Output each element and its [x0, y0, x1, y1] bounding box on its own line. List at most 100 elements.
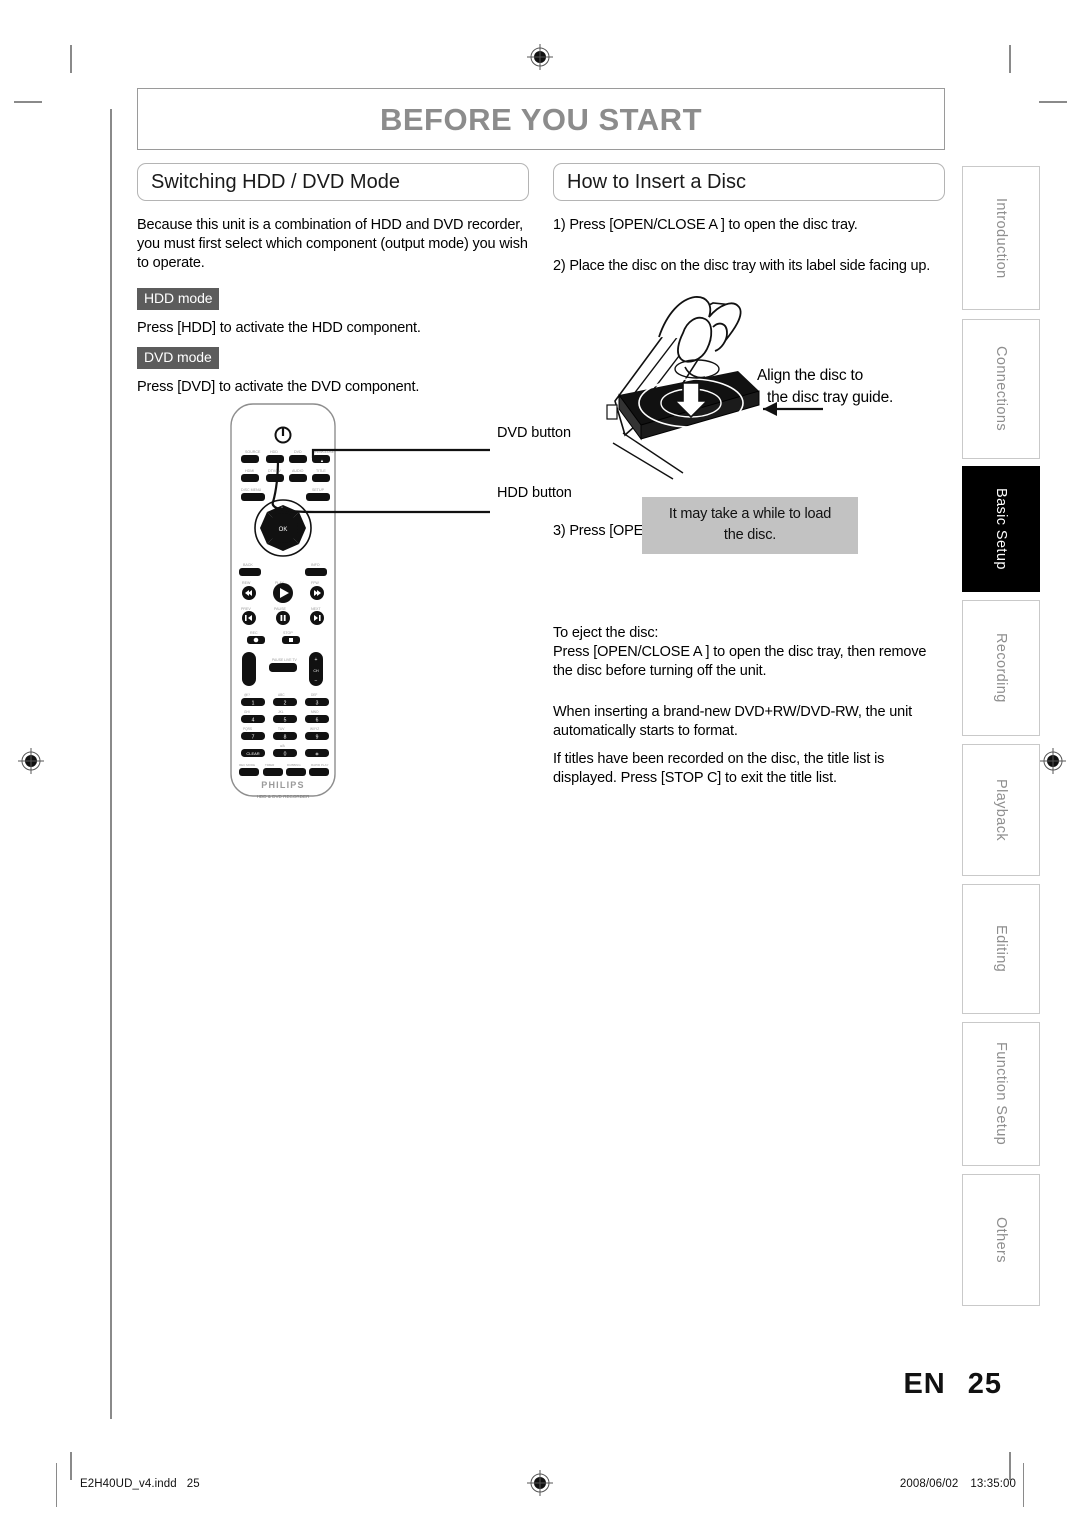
svg-text:PAUSE LIVE TV: PAUSE LIVE TV: [272, 658, 297, 662]
section-heading-switching-mode: Switching HDD / DVD Mode: [137, 163, 529, 201]
crop-mark-right-top-horizontal: [1039, 101, 1067, 103]
svg-text:DEF: DEF: [311, 693, 317, 697]
tab-editing[interactable]: Editing: [962, 884, 1040, 1014]
svg-text:WXYZ: WXYZ: [310, 727, 319, 731]
hdd-mode-tag: HDD mode: [137, 288, 220, 310]
tab-recording[interactable]: Recording: [962, 600, 1040, 736]
svg-text:NEXT: NEXT: [311, 607, 321, 611]
svg-text:4: 4: [252, 718, 255, 724]
svg-text:INFO: INFO: [311, 563, 320, 567]
footer-file-page: 25: [186, 1478, 200, 1490]
svg-text:STOP: STOP: [283, 631, 293, 635]
svg-text:PHILIPS: PHILIPS: [261, 780, 304, 790]
crop-mark-top-right-vertical: [1009, 45, 1011, 73]
svg-text:DVD: DVD: [294, 450, 302, 454]
tab-basic-setup[interactable]: Basic Setup: [962, 466, 1040, 592]
svg-text:RAPID PLAY: RAPID PLAY: [311, 763, 328, 767]
svg-text:ABC: ABC: [278, 693, 285, 697]
footer-time-value: 13:35:00: [970, 1478, 1016, 1490]
tab-basic-setup-label: Basic Setup: [993, 488, 1009, 570]
chapter-banner: BEFORE YOU START: [137, 88, 945, 150]
svg-text:TUV: TUV: [278, 727, 285, 731]
crop-mark-left-top-horizontal: [14, 101, 42, 103]
svg-text:PQRS: PQRS: [243, 727, 252, 731]
svg-text:BACK: BACK: [243, 563, 253, 567]
tab-introduction[interactable]: Introduction: [962, 166, 1040, 310]
svg-text:+: +: [315, 657, 318, 663]
tab-function-setup[interactable]: Function Setup: [962, 1022, 1040, 1166]
svg-text:@!?: @!?: [244, 693, 250, 697]
svg-text:TIMER: TIMER: [265, 763, 275, 767]
dvd-mode-tag: DVD mode: [137, 347, 219, 369]
section-heading-insert-disc: How to Insert a Disc: [553, 163, 945, 201]
svg-text:▲: ▲: [320, 458, 324, 463]
remote-control-illustration: SOURCE HDD DVD OPEN/CLOSE ▲ HDMI DTV/TV …: [225, 400, 572, 800]
svg-text:AUDIO: AUDIO: [292, 469, 304, 473]
manual-page: BEFORE YOU START Switching HDD / DVD Mod…: [0, 0, 1080, 1528]
tab-others[interactable]: Others: [962, 1174, 1040, 1306]
tip-title-list-note: If titles have been recorded on the disc…: [553, 751, 885, 786]
page-number-value: 25: [967, 1368, 1002, 1400]
print-footer: E2H40UD_v4.indd 25 2008/06/02 13:35:00: [56, 1463, 1024, 1507]
svg-text:DUBBING: DUBBING: [287, 763, 301, 767]
left-column: Switching HDD / DVD Mode Because this un…: [137, 163, 572, 799]
tab-introduction-label: Introduction: [993, 197, 1009, 279]
registration-mark-right: [1040, 748, 1066, 774]
tab-playback-label: Playback: [993, 778, 1009, 842]
svg-text:DTV/TV: DTV/TV: [268, 469, 281, 473]
svg-text:CLEAR: CLEAR: [246, 751, 259, 756]
insert-step-2: 2) Place the disc on the disc tray with …: [553, 258, 931, 274]
svg-text:FFW: FFW: [311, 581, 319, 585]
page-number: EN 25: [903, 1368, 1002, 1401]
footer-file-name: E2H40UD_v4.indd: [80, 1478, 177, 1490]
svg-text:−: −: [315, 678, 318, 684]
svg-text:PREV: PREV: [241, 607, 251, 611]
footer-date-value: 2008/06/02: [899, 1478, 959, 1490]
intro-paragraph: Because this unit is a combination of HD…: [137, 217, 528, 271]
footer-timestamp: 2008/06/02 13:35:00: [900, 1478, 1016, 1490]
chapter-title: BEFORE YOU START: [379, 102, 703, 137]
svg-text:OK: OK: [279, 527, 288, 533]
svg-text:7: 7: [252, 735, 255, 741]
tab-connections[interactable]: Connections: [962, 319, 1040, 459]
svg-text:REC MODE: REC MODE: [239, 763, 255, 767]
insert-step-1: 1) Press [OPEN/CLOSE A ] to open the dis…: [553, 217, 858, 233]
svg-text:GHI: GHI: [244, 710, 250, 714]
align-callout-line-1: Align the disc to: [757, 367, 864, 384]
svg-text:MNO: MNO: [311, 710, 319, 714]
svg-text:6: 6: [316, 718, 319, 724]
svg-text:3: 3: [316, 701, 319, 707]
svg-text:SOURCE: SOURCE: [245, 450, 261, 454]
svg-text:CH: CH: [313, 669, 319, 673]
svg-text:5: 5: [284, 718, 287, 724]
svg-text:PAUSE: PAUSE: [274, 607, 287, 611]
svg-text:9: 9: [316, 735, 319, 741]
eject-heading: To eject the disc:: [553, 625, 659, 641]
page-frame-left-rule: [110, 109, 112, 1419]
svg-text:REC: REC: [250, 631, 258, 635]
svg-text:DISC MENU: DISC MENU: [241, 488, 262, 492]
tab-recording-label: Recording: [993, 633, 1009, 703]
tab-function-setup-label: Function Setup: [993, 1042, 1009, 1146]
align-disc-callout: Align the disc to the disc tray guide.: [757, 365, 893, 409]
svg-text:TITLE: TITLE: [316, 469, 326, 473]
svg-text:∗: ∗: [315, 752, 319, 758]
svg-text:HDD & DVD RECORDER: HDD & DVD RECORDER: [257, 794, 311, 799]
crop-mark-top-left-vertical: [70, 45, 72, 73]
svg-text:REW: REW: [242, 581, 251, 585]
registration-mark-top: [527, 44, 553, 70]
tab-playback[interactable]: Playback: [962, 744, 1040, 876]
footer-right-rule: [1023, 1463, 1024, 1507]
svg-text:2: 2: [284, 701, 287, 707]
tab-editing-label: Editing: [993, 925, 1009, 973]
svg-text:8: 8: [284, 735, 287, 741]
dvd-mode-text: Press [DVD] to activate the DVD componen…: [137, 379, 420, 395]
tab-connections-label: Connections: [993, 346, 1009, 432]
page-number-lang: EN: [903, 1368, 946, 1400]
eject-text: Press [OPEN/CLOSE A ] to open the disc t…: [553, 644, 927, 679]
note-line-1: It may take a while to load: [668, 506, 832, 522]
remote-control-drawing: SOURCE HDD DVD OPEN/CLOSE ▲ HDMI DTV/TV …: [230, 403, 490, 799]
svg-text:1: 1: [252, 701, 255, 707]
hdd-mode-text: Press [HDD] to activate the HDD componen…: [137, 320, 421, 336]
footer-file-info: E2H40UD_v4.indd 25: [80, 1478, 200, 1490]
